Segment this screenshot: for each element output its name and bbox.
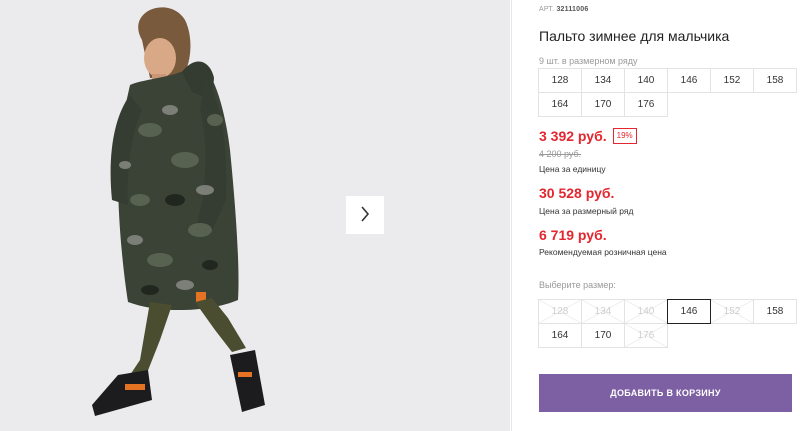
size-option: 176 (624, 323, 668, 348)
range-price: 30 528 руб. (539, 185, 615, 201)
unit-price-row: 3 392 руб. 19% (539, 128, 637, 144)
size-range-grid: 128 134 140 146 152 158 164 170 176 (538, 68, 797, 117)
size-range-cell: 134 (581, 68, 625, 93)
old-price: 4 200 руб. (539, 149, 582, 159)
size-range-cell: 146 (667, 68, 711, 93)
product-info-panel: АРТ. 32111006 Пальто зимнее для мальчика… (538, 0, 800, 431)
sku: АРТ. 32111006 (539, 6, 588, 13)
size-option: 134 (581, 299, 625, 324)
choose-size-label: Выберите размер: (539, 280, 616, 290)
product-gallery (0, 0, 510, 431)
size-range-cell: 164 (538, 92, 582, 117)
size-range-cell: 128 (538, 68, 582, 93)
discount-badge: 19% (612, 128, 637, 144)
size-range-cell: 158 (753, 68, 797, 93)
product-photo[interactable] (0, 0, 322, 431)
size-range-cell: 170 (581, 92, 625, 117)
size-range-cell: 176 (624, 92, 668, 117)
add-to-cart-button[interactable]: ДОБАВИТЬ В КОРЗИНУ (539, 374, 792, 412)
rrp-price-label: Рекомендуемая розничная цена (539, 247, 667, 257)
size-option: 140 (624, 299, 668, 324)
size-range-cell: 140 (624, 68, 668, 93)
product-title: Пальто зимнее для мальчика (539, 28, 730, 44)
unit-price-label: Цена за единицу (539, 164, 606, 174)
size-picker: 128 134 140 146 152 158 164 170 176 (538, 299, 797, 348)
size-option[interactable]: 158 (753, 299, 797, 324)
panel-divider (511, 0, 512, 431)
size-option[interactable]: 164 (538, 323, 582, 348)
size-option: 128 (538, 299, 582, 324)
size-option-selected[interactable]: 146 (667, 299, 711, 324)
size-option: 152 (710, 299, 754, 324)
gallery-next-button[interactable] (346, 196, 384, 234)
sku-label: АРТ. (539, 6, 555, 13)
product-photo-illustration (0, 0, 322, 431)
rrp-price: 6 719 руб. (539, 227, 607, 243)
size-range-cell: 152 (710, 68, 754, 93)
chevron-right-icon (360, 205, 370, 225)
size-range-label: 9 шт. в размерном ряду (539, 56, 638, 66)
sku-value: 32111006 (556, 6, 589, 13)
unit-price: 3 392 руб. (539, 128, 607, 144)
range-price-label: Цена за размерный ряд (539, 206, 634, 216)
size-option[interactable]: 170 (581, 323, 625, 348)
